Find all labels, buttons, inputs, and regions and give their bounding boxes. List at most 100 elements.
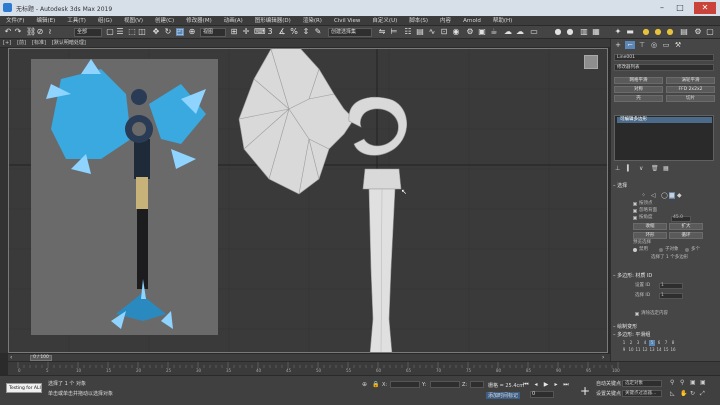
modifier-button-4[interactable]: FFD 2x2x2	[666, 86, 715, 93]
smoothing-group-14[interactable]: 14	[656, 347, 662, 353]
move-icon[interactable]: ✥	[152, 28, 160, 36]
material-id-rollout-header[interactable]: 多边形: 材质 ID	[613, 273, 717, 280]
orbit-icon[interactable]: ↻	[690, 390, 695, 397]
angle-snap-icon[interactable]: ∡	[278, 28, 286, 36]
modifier-button-1[interactable]: 网格平滑	[614, 77, 663, 84]
arnold-icon[interactable]: ●	[554, 28, 562, 36]
menu-animation[interactable]: 动画(A)	[218, 16, 249, 26]
preview-off-radio[interactable]	[633, 248, 637, 252]
create-tab-icon[interactable]: +	[613, 41, 623, 49]
modifier-button-2[interactable]: 涡轮平滑	[666, 77, 715, 84]
render-window-icon[interactable]: ▢	[706, 28, 714, 36]
next-frame-icon[interactable]: ▸	[552, 381, 560, 389]
zoom-icon[interactable]: ⚲	[670, 379, 674, 386]
modifier-button-3[interactable]: 对称	[614, 86, 663, 93]
pivot-center-icon[interactable]: ⊞	[230, 28, 238, 36]
rotate-icon[interactable]: ↻	[164, 28, 172, 36]
front-viewport[interactable]: ↖	[8, 48, 608, 353]
unlink-icon[interactable]: ⊘	[36, 28, 44, 36]
modifier-button-6[interactable]: 切片	[666, 95, 715, 102]
auto-key-button[interactable]: 自动关键点	[596, 380, 621, 387]
element-mode-icon[interactable]: ◆	[677, 192, 682, 199]
scene-icon-yellow-3[interactable]: ●	[666, 28, 674, 36]
selection-filter-dropdown[interactable]: 全部	[74, 28, 102, 37]
menu-scripting[interactable]: 脚本(S)	[403, 16, 434, 26]
polygon-mode-icon[interactable]: ■	[669, 192, 675, 199]
menu-create[interactable]: 创建(C)	[149, 16, 180, 26]
scale-icon[interactable]: ◰	[176, 28, 184, 36]
border-mode-icon[interactable]: ◯	[661, 192, 668, 199]
utilities-tab-icon[interactable]: ⚒	[673, 41, 683, 49]
explorer-icon[interactable]: ▤	[680, 28, 688, 36]
menu-content[interactable]: 内容	[434, 16, 457, 26]
align-icon[interactable]: ⊨	[390, 28, 398, 36]
preview-subobject-radio[interactable]	[659, 248, 663, 252]
field-of-view-icon[interactable]: ◺	[670, 390, 675, 397]
material-editor-icon[interactable]: ◉	[452, 28, 460, 36]
goto-start-icon[interactable]: ⏮	[522, 381, 530, 389]
smoothing-group-16[interactable]: 16	[670, 347, 676, 353]
edge-mode-icon[interactable]: ◁	[651, 192, 656, 199]
track-bar[interactable]: 0 5 10 15 20 25 30 35 40 45 50 55 60 65 …	[8, 361, 720, 375]
menu-rendering[interactable]: 渲染(R)	[297, 16, 328, 26]
menu-modifiers[interactable]: 修改器(M)	[180, 16, 218, 26]
time-prev-icon[interactable]: ‹	[10, 354, 12, 361]
viewport-display-menu[interactable]: [默认明暗处理]	[49, 39, 89, 47]
menu-civil-view[interactable]: Civil View	[328, 16, 366, 26]
menu-file[interactable]: 文件(F)	[0, 16, 30, 26]
smoothing-group-12[interactable]: 12	[642, 347, 648, 353]
render-iterative-icon[interactable]: ☁	[504, 28, 512, 36]
pin-stack-icon[interactable]: ⊥	[615, 165, 620, 172]
pan-icon[interactable]: ✋	[680, 390, 687, 397]
zoom-all-icon[interactable]: ⚲	[680, 379, 684, 386]
smoothing-group-1[interactable]: 1	[621, 340, 627, 346]
coord-z-field[interactable]	[470, 381, 484, 388]
smoothing-group-7[interactable]: 7	[663, 340, 669, 346]
menu-group[interactable]: 组(G)	[92, 16, 118, 26]
render-cloud-icon[interactable]: ☁	[516, 28, 524, 36]
menu-arnold[interactable]: Arnold	[457, 16, 487, 26]
low-poly-axe-mesh[interactable]	[229, 49, 429, 353]
modify-tab-icon[interactable]: ⌐	[625, 41, 635, 49]
set-key-button[interactable]: 设置关键点	[596, 390, 621, 397]
smoothing-group-9[interactable]: 9	[621, 347, 627, 353]
link-icon[interactable]: ⛓	[26, 28, 36, 36]
grow-button[interactable]: 扩大	[669, 223, 703, 230]
smoothing-group-8[interactable]: 8	[670, 340, 676, 346]
smoothing-group-6[interactable]: 6	[656, 340, 662, 346]
menu-edit[interactable]: 编辑(E)	[30, 16, 61, 26]
shelf-icon[interactable]: ▦	[592, 28, 600, 36]
viewport-layouts-icon[interactable]: ▥	[580, 28, 588, 36]
smoothing-group-2[interactable]: 2	[628, 340, 634, 346]
select-by-name-icon[interactable]: ☰	[116, 28, 124, 36]
vertex-mode-icon[interactable]: ⁘	[641, 192, 646, 199]
viewport-pov-menu[interactable]: [前]	[14, 39, 29, 47]
play-icon[interactable]: ▶	[542, 381, 550, 389]
edit-named-selection-icon[interactable]: ✎	[314, 28, 322, 36]
add-time-tag-button[interactable]: 添加时间标记	[486, 392, 521, 399]
modifier-stack[interactable]: 可编辑多边形	[614, 115, 714, 161]
smoothing-group-11[interactable]: 11	[635, 347, 641, 353]
bind-spacewarp-icon[interactable]: ≀	[46, 28, 54, 36]
maximize-button[interactable]: □	[672, 2, 688, 14]
select-object-icon[interactable]: ▢	[106, 28, 114, 36]
open-a360-icon[interactable]: ▭	[530, 28, 538, 36]
reference-coord-dropdown[interactable]: 视图	[200, 28, 226, 37]
make-unique-icon[interactable]: ∨	[639, 165, 643, 172]
selected-objects-dropdown[interactable]: 选定对象	[622, 380, 662, 387]
smoothing-group-3[interactable]: 3	[635, 340, 641, 346]
select-manipulate-icon[interactable]: ✛	[242, 28, 250, 36]
goto-end-icon[interactable]: ⏭	[562, 381, 570, 389]
modifier-list-dropdown[interactable]: 修改器列表	[614, 64, 714, 71]
coord-x-field[interactable]	[390, 381, 420, 388]
schematic-view-icon[interactable]: ⊡	[440, 28, 448, 36]
by-vertex-checkbox[interactable]	[633, 202, 637, 206]
spinner-snap-icon[interactable]: ⇕	[302, 28, 310, 36]
scene-icon-yellow-2[interactable]: ●	[654, 28, 662, 36]
object-name-field[interactable]: Line001	[614, 54, 714, 61]
ignore-backfacing-checkbox[interactable]	[633, 209, 637, 213]
redo-icon[interactable]: ↷	[14, 28, 22, 36]
prev-frame-icon[interactable]: ◂	[532, 381, 540, 389]
remove-modifier-icon[interactable]: 🗑	[651, 165, 659, 172]
selection-rollout-header[interactable]: 选择	[613, 183, 717, 190]
